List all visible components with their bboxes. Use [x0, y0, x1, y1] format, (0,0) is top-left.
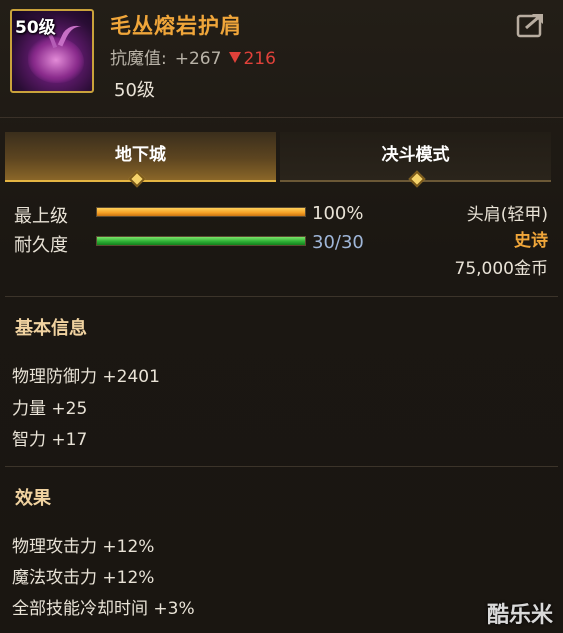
effects-title: 效果 — [15, 488, 51, 509]
grade-value: 100% — [312, 203, 364, 224]
grade-label: 最上级 — [14, 206, 68, 227]
header-divider — [0, 117, 563, 118]
effect-line: 魔法攻击力 +12% — [12, 568, 155, 588]
durability-bar-fill — [97, 237, 305, 245]
grade-bar-fill — [97, 208, 305, 216]
basic-info-line: 物理防御力 +2401 — [12, 367, 160, 387]
item-header: 50级 毛丛熔岩护肩 抗魔值: +267 216 50级 — [0, 0, 563, 118]
resist-stat: 抗魔值: +267 216 — [110, 44, 276, 69]
item-tooltip-panel: 50级 毛丛熔岩护肩 抗魔值: +267 216 50级 地下城 决斗模式 最上级 … — [0, 0, 563, 633]
durability-value: 30/30 — [312, 232, 364, 253]
grade-bar — [96, 207, 306, 217]
watermark-logo: 酷乐米 — [486, 603, 553, 628]
resist-decrease-value: 216 — [243, 49, 276, 69]
level-badge: 50级 — [15, 18, 56, 38]
item-name: 毛丛熔岩护肩 — [110, 14, 242, 38]
effect-line: 全部技能冷却时间 +3% — [12, 599, 195, 619]
section-divider — [5, 466, 558, 467]
basic-info-title: 基本信息 — [15, 318, 87, 339]
lava-beast-shoulder-icon: 50级 — [10, 9, 94, 93]
required-level: 50级 — [114, 80, 155, 101]
section-divider — [5, 296, 558, 297]
sell-price: 75,000金币 — [454, 259, 548, 279]
share-export-icon — [516, 14, 543, 38]
basic-info-line: 力量 +25 — [12, 399, 88, 419]
durability-label: 耐久度 — [14, 235, 68, 256]
down-arrow-icon — [229, 52, 242, 63]
share-button[interactable] — [516, 12, 546, 38]
effect-line: 物理攻击力 +12% — [12, 537, 155, 557]
resist-value: +267 — [174, 49, 222, 69]
slot-type: 头肩(轻甲) — [466, 205, 548, 225]
resist-label: 抗魔值: — [110, 49, 167, 69]
basic-info-line: 智力 +17 — [12, 430, 88, 450]
rarity-label: 史诗 — [514, 231, 548, 251]
mode-tabs: 地下城 决斗模式 — [5, 132, 558, 188]
resist-decrease: 216 — [229, 49, 276, 69]
durability-bar — [96, 236, 306, 246]
